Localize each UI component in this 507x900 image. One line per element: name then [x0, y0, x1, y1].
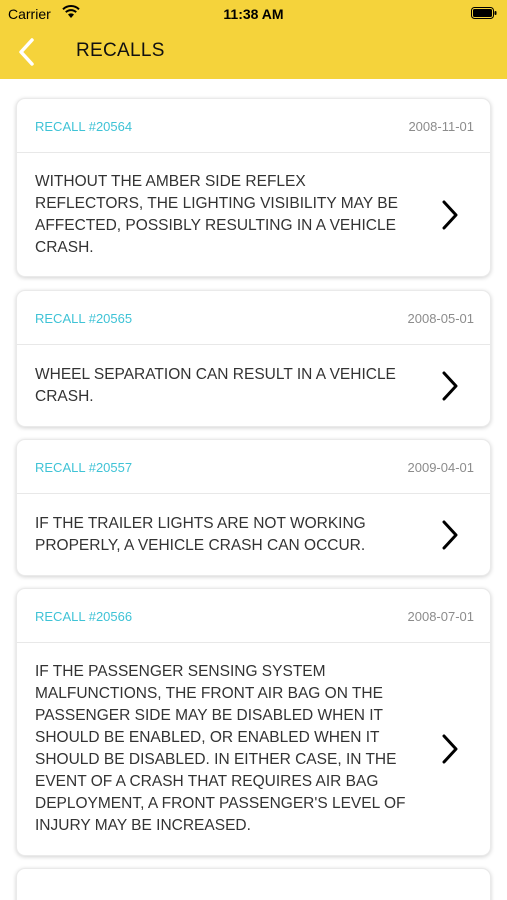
chevron-right-icon[interactable]: [442, 734, 458, 764]
back-button[interactable]: [12, 34, 46, 70]
recall-list[interactable]: RECALL #20564 2008-11-01 WITHOUT THE AMB…: [0, 79, 507, 900]
recall-card-header: RECALL #20566 2008-07-01: [17, 589, 490, 643]
recall-card-header: RECALL #20557 2009-04-01: [17, 440, 490, 494]
page-title: RECALLS: [76, 40, 165, 61]
recall-card-header: RECALL #20564 2008-11-01: [17, 99, 490, 153]
recall-card-body[interactable]: IF THE TRAILER LIGHTS ARE NOT WORKING PR…: [17, 494, 490, 575]
status-bar: Carrier 11:38 AM: [0, 0, 507, 26]
recall-card[interactable]: RECALL #20565 2008-05-01 WHEEL SEPARATIO…: [16, 290, 491, 427]
recall-card[interactable]: RECALL #20566 2008-07-01 IF THE PASSENGE…: [16, 588, 491, 856]
recall-id: RECALL #20564: [35, 119, 133, 134]
recall-card[interactable]: RECALL #20557 2009-04-01 IF THE TRAILER …: [16, 439, 491, 576]
recall-date: 2009-04-01: [407, 460, 475, 475]
recall-description: WITHOUT THE AMBER SIDE REFLEX REFLECTORS…: [35, 172, 398, 256]
recall-card-body[interactable]: IF THE PASSENGER SENSING SYSTEM MALFUNCT…: [17, 643, 490, 855]
recall-card-body[interactable]: WITHOUT THE AMBER SIDE REFLEX REFLECTORS…: [17, 153, 490, 276]
recall-id: RECALL #20566: [35, 609, 133, 624]
recall-id: RECALL #20557: [35, 460, 133, 475]
recall-id: RECALL #20565: [35, 311, 133, 326]
recall-card-body[interactable]: WHEEL SEPARATION CAN RESULT IN A VEHICLE…: [17, 345, 490, 426]
recall-description: IF THE PASSENGER SENSING SYSTEM MALFUNCT…: [35, 663, 406, 834]
recall-card-partial[interactable]: [16, 868, 491, 900]
chevron-right-icon[interactable]: [442, 200, 458, 230]
recall-description: WHEEL SEPARATION CAN RESULT IN A VEHICLE…: [35, 365, 396, 405]
chevron-left-icon: [19, 38, 34, 66]
recall-description: IF THE TRAILER LIGHTS ARE NOT WORKING PR…: [35, 514, 366, 554]
chevron-right-icon[interactable]: [442, 520, 458, 550]
recall-date: 2008-07-01: [407, 609, 475, 624]
nav-bar: RECALLS: [0, 28, 507, 76]
battery-icon: [471, 7, 497, 19]
recall-date: 2008-05-01: [407, 311, 475, 326]
recall-card-header: RECALL #20565 2008-05-01: [17, 291, 490, 345]
chevron-right-icon[interactable]: [442, 371, 458, 401]
recall-card[interactable]: RECALL #20564 2008-11-01 WITHOUT THE AMB…: [16, 98, 491, 277]
app-header: Carrier 11:38 AM RECALLS: [0, 0, 507, 79]
status-time: 11:38 AM: [223, 6, 284, 22]
recall-date: 2008-11-01: [408, 119, 474, 134]
